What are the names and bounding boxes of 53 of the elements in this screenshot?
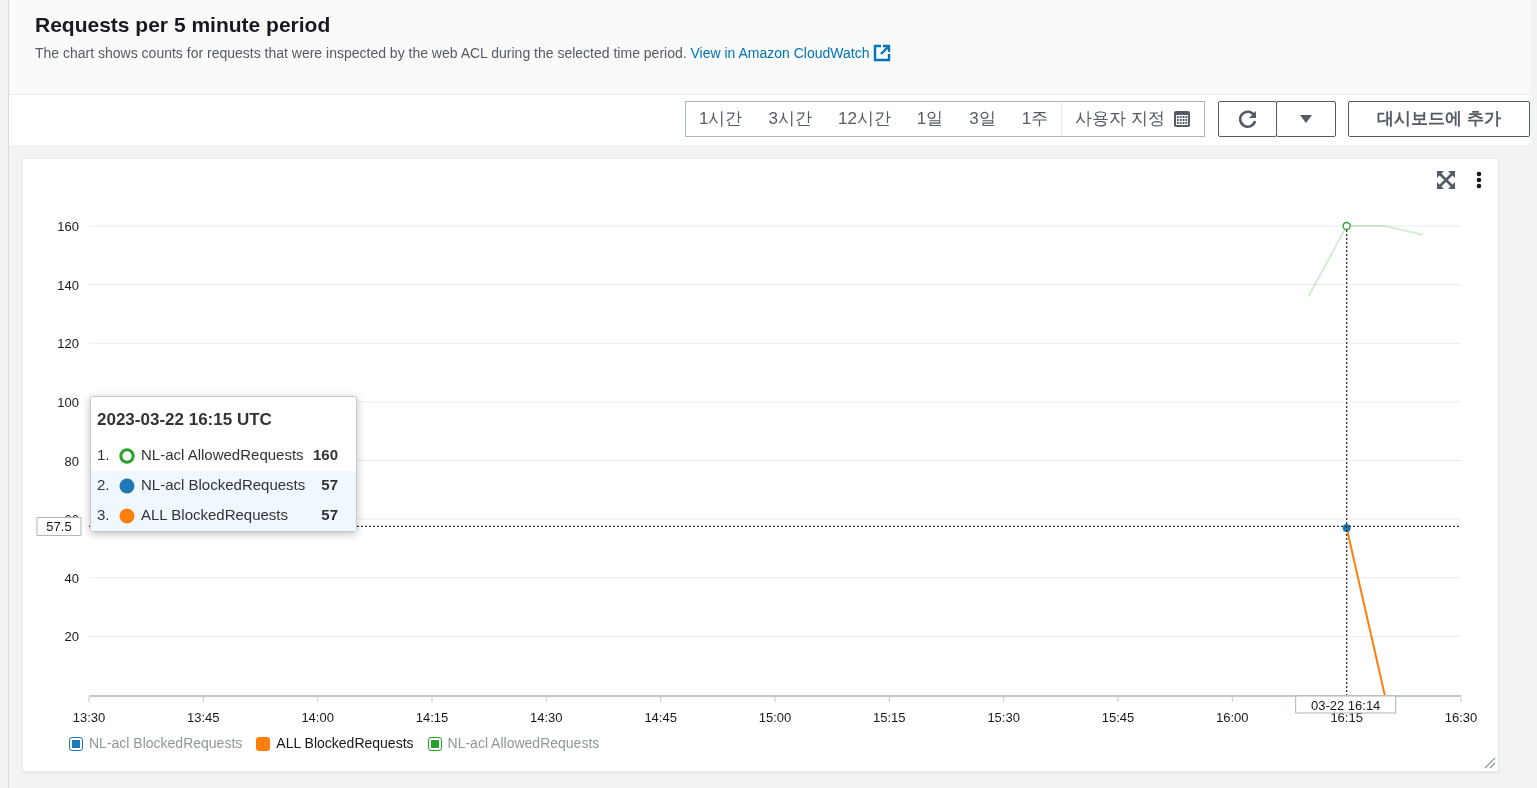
time-range-button[interactable]: 12시간 bbox=[824, 102, 904, 136]
time-range-button[interactable]: 1일 bbox=[903, 102, 957, 136]
calendar-icon bbox=[1173, 110, 1191, 128]
refresh-button[interactable] bbox=[1218, 101, 1277, 137]
time-range-button[interactable]: 사용자 지정 bbox=[1061, 102, 1204, 136]
y-axis-label: 80 bbox=[64, 453, 79, 469]
series-name: NL-acl BlockedRequests bbox=[141, 475, 307, 496]
y-axis-label: 100 bbox=[57, 394, 79, 410]
caret-down-icon bbox=[1300, 115, 1312, 123]
ref-line-label: 57.5 bbox=[46, 519, 72, 535]
time-range-button[interactable]: 1시간 bbox=[686, 102, 756, 136]
y-axis-label: 20 bbox=[64, 629, 79, 645]
time-range-button[interactable]: 3시간 bbox=[755, 102, 825, 136]
panel-title: Requests per 5 minute period bbox=[35, 12, 332, 38]
fullscreen-icon[interactable] bbox=[1436, 170, 1456, 190]
description: The chart shows counts for requests that were inspected by the web ACL during the selected time period. bbox=[35, 45, 687, 62]
row-number: 3. bbox=[97, 505, 111, 526]
legend-label[interactable]: ALL BlockedRequests bbox=[276, 733, 414, 754]
more-options-icon[interactable] bbox=[1476, 171, 1482, 189]
data-point bbox=[1342, 221, 1351, 231]
add-to-dashboard-button[interactable]: 대시보드에 추가 bbox=[1348, 101, 1530, 137]
x-axis-label: 15:30 bbox=[987, 710, 1020, 725]
external-link-icon bbox=[873, 44, 892, 63]
row-number: 2. bbox=[97, 475, 111, 496]
x-axis-label: 16:30 bbox=[1444, 710, 1478, 725]
time-range-button[interactable]: 3일 bbox=[956, 102, 1009, 136]
refresh-icon bbox=[1236, 108, 1259, 130]
x-axis-label: 14:30 bbox=[530, 710, 563, 725]
x-axis-label: 14:45 bbox=[644, 710, 677, 725]
resize-handle[interactable] bbox=[1484, 757, 1496, 769]
row-number: 1. bbox=[97, 445, 111, 466]
x-axis-label: 14:15 bbox=[415, 710, 449, 725]
series-name: NL-acl AllowedRequests bbox=[141, 445, 305, 466]
x-axis-label: 15:45 bbox=[1101, 710, 1135, 725]
y-axis-label: 140 bbox=[57, 277, 79, 293]
x-axis-label: 15:00 bbox=[758, 710, 792, 725]
time-range-button[interactable]: 1주 bbox=[1008, 102, 1062, 136]
series-value: 160 bbox=[312, 445, 338, 466]
x-axis-label: 16:00 bbox=[1216, 710, 1249, 725]
y-axis-label: 120 bbox=[57, 336, 79, 352]
x-value-label: 03-22 16:14 bbox=[1295, 695, 1397, 714]
x-axis-label: 13:45 bbox=[187, 710, 220, 725]
cloudwatch-link[interactable]: View in Amazon CloudWatch bbox=[690, 45, 870, 62]
tooltip-title: 2023-03-22 16:15 UTC bbox=[96, 409, 273, 431]
x-axis-label: 15:15 bbox=[873, 710, 906, 725]
series-value: 57 bbox=[321, 505, 338, 526]
series-value: 57 bbox=[321, 475, 338, 496]
x-axis-label: 14:00 bbox=[301, 710, 334, 725]
y-axis-label: 160 bbox=[57, 219, 79, 234]
dropdown-button[interactable] bbox=[1276, 101, 1336, 137]
x-axis-label: 13:30 bbox=[72, 710, 106, 725]
y-axis-label: 40 bbox=[64, 570, 79, 586]
series-name: ALL BlockedRequests bbox=[141, 505, 290, 526]
